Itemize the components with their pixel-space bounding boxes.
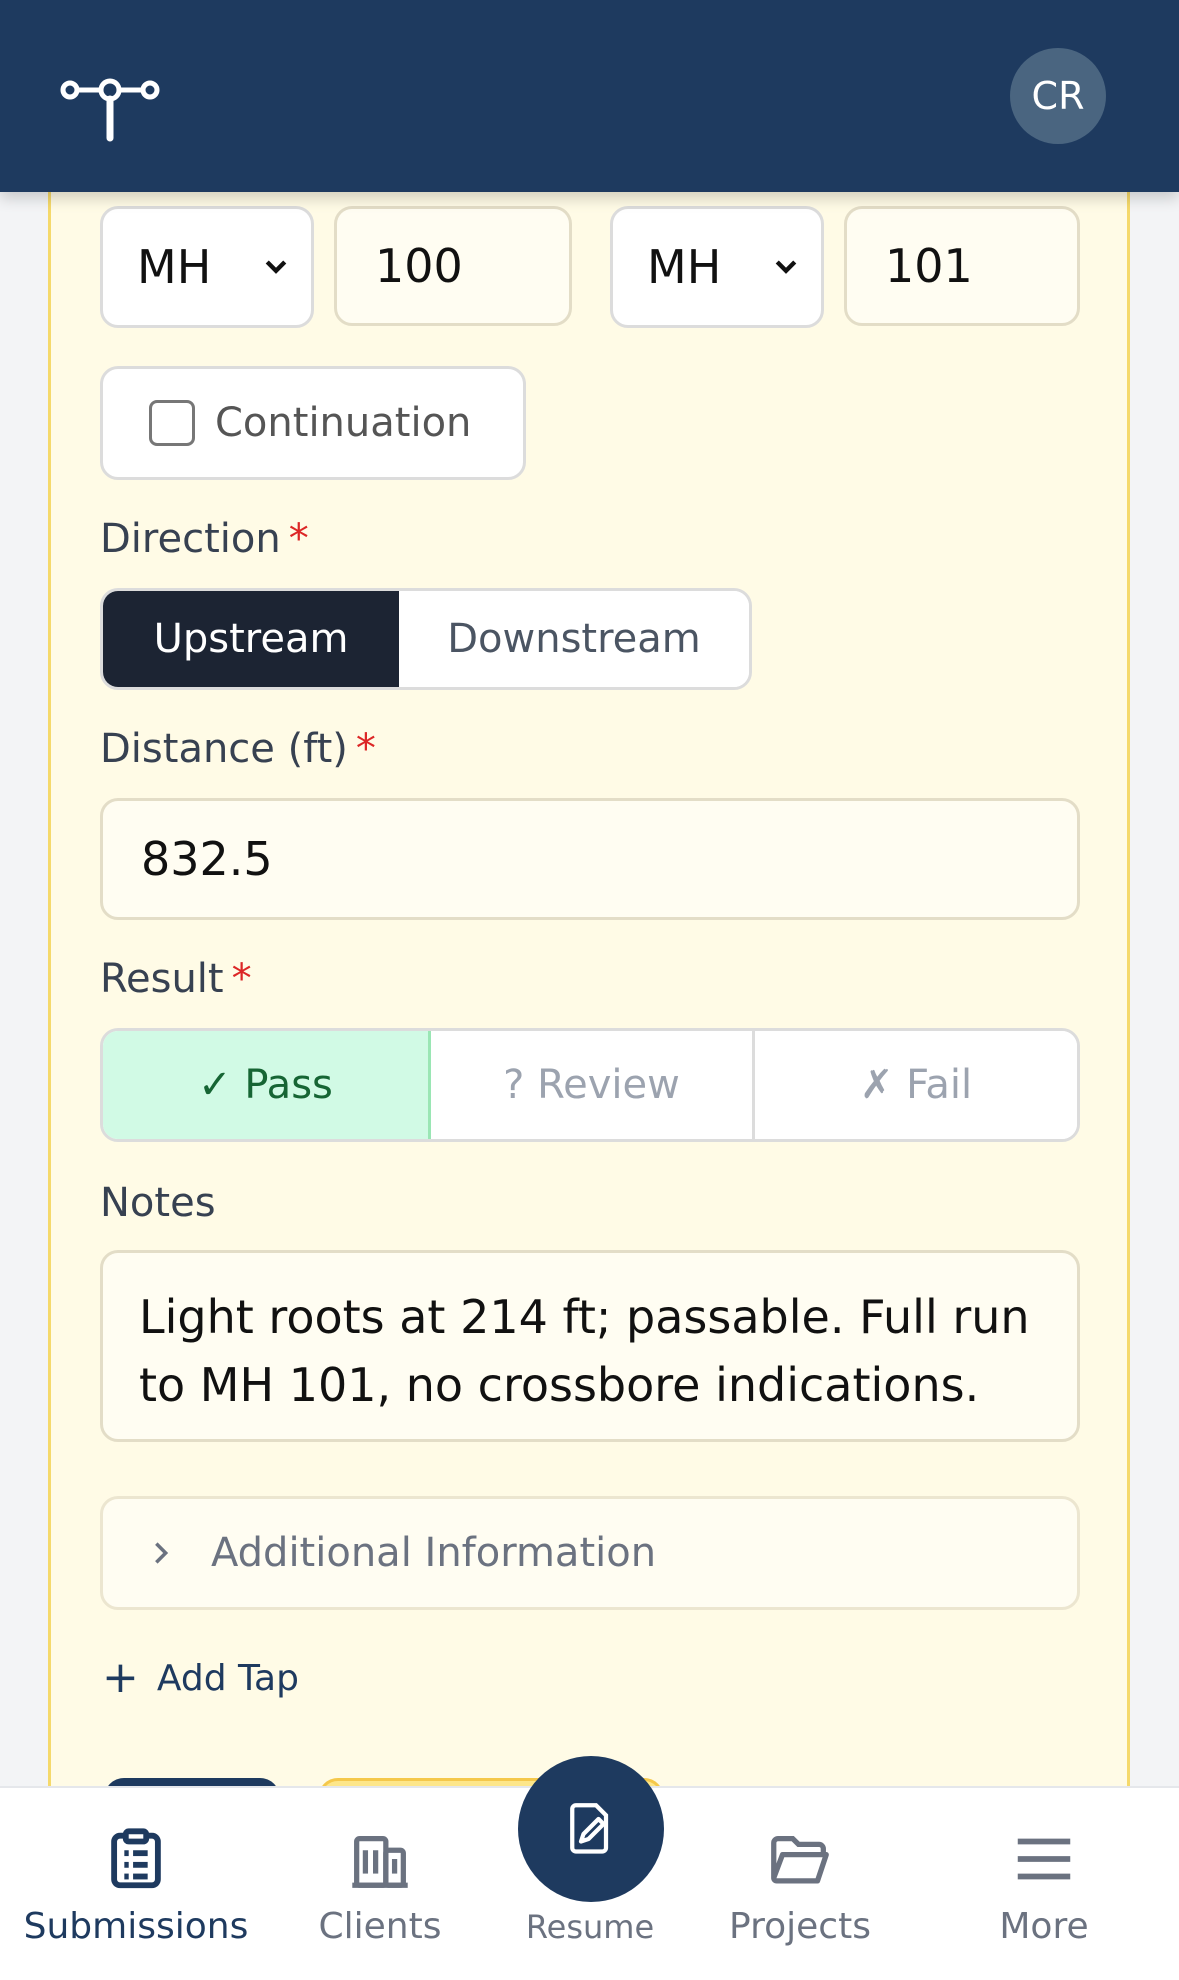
- distance-label: Distance (ft) *: [100, 726, 376, 772]
- nav-projects-label: Projects: [729, 1906, 871, 1947]
- from-type-select[interactable]: MH: [100, 206, 314, 328]
- app-header: CR: [0, 0, 1179, 192]
- building-icon: [352, 1835, 408, 1888]
- to-type-select[interactable]: MH: [610, 206, 824, 328]
- direction-label: Direction *: [100, 516, 309, 562]
- chevron-down-icon: [265, 260, 287, 274]
- nav-submissions[interactable]: Submissions: [20, 1788, 252, 1980]
- direction-segmented-control: Upstream Downstream: [100, 588, 752, 690]
- additional-information-accordion[interactable]: Additional Information: [100, 1496, 1080, 1610]
- direction-downstream-button[interactable]: Downstream: [399, 591, 749, 687]
- direction-upstream-button[interactable]: Upstream: [103, 591, 399, 687]
- nav-resume-label: Resume: [525, 1908, 655, 1946]
- notes-textarea[interactable]: Light roots at 214 ft; passable. Full ru…: [100, 1250, 1080, 1442]
- resume-fab-button[interactable]: [518, 1756, 664, 1902]
- nav-more[interactable]: More: [944, 1788, 1144, 1980]
- notes-label: Notes: [100, 1180, 216, 1226]
- nav-submissions-label: Submissions: [23, 1906, 249, 1947]
- add-tap-label: Add Tap: [156, 1657, 299, 1699]
- to-type-value: MH: [647, 240, 722, 294]
- result-segmented-control: ✓ Pass ? Review ✗ Fail: [100, 1028, 1080, 1142]
- notes-value: Light roots at 214 ft; passable. Full ru…: [139, 1290, 1030, 1412]
- continuation-label: Continuation: [215, 400, 472, 446]
- chevron-right-icon: [155, 1542, 169, 1564]
- folder-icon: [771, 1835, 829, 1884]
- distance-value: 832.5: [141, 832, 273, 886]
- to-id-input[interactable]: 101: [844, 206, 1080, 326]
- result-label: Result *: [100, 956, 252, 1002]
- to-id-value: 101: [885, 239, 973, 293]
- chevron-down-icon: [775, 260, 797, 274]
- user-avatar[interactable]: CR: [1010, 48, 1106, 144]
- from-id-input[interactable]: 100: [334, 206, 572, 326]
- menu-icon: [1017, 1838, 1071, 1880]
- result-fail-button[interactable]: ✗ Fail: [755, 1031, 1077, 1139]
- nav-clients-label: Clients: [318, 1906, 442, 1947]
- plus-icon: +: [102, 1652, 139, 1703]
- continuation-checkbox[interactable]: [149, 400, 195, 446]
- add-tap-button[interactable]: + Add Tap: [102, 1656, 299, 1700]
- distance-input[interactable]: 832.5: [100, 798, 1080, 920]
- clipboard-icon: [111, 1828, 161, 1889]
- edit-document-icon: [570, 1803, 609, 1854]
- from-id-value: 100: [375, 239, 463, 293]
- continuation-toggle[interactable]: Continuation: [100, 366, 526, 480]
- result-review-button[interactable]: ? Review: [431, 1031, 755, 1139]
- from-type-value: MH: [137, 240, 212, 294]
- pipe-junction-icon[interactable]: [60, 70, 160, 150]
- nav-more-label: More: [999, 1906, 1089, 1947]
- additional-information-label: Additional Information: [211, 1530, 657, 1576]
- nav-clients[interactable]: Clients: [280, 1788, 480, 1980]
- result-pass-button[interactable]: ✓ Pass: [103, 1031, 431, 1139]
- nav-projects[interactable]: Projects: [700, 1788, 900, 1980]
